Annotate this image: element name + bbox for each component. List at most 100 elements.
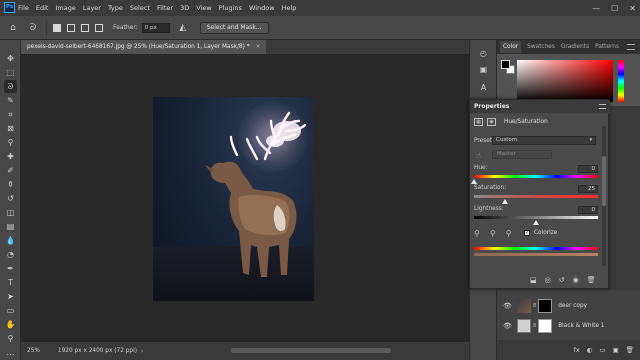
menu-select[interactable]: Select [130,4,150,12]
menu-type[interactable]: Type [108,4,123,12]
link-icon[interactable]: 8 [533,323,536,329]
path-select-tool-icon[interactable]: ➤ [4,290,17,303]
frame-tool-icon[interactable]: ⊠ [4,122,17,135]
type-tool-icon[interactable]: T [4,276,17,289]
layer-row[interactable]: 👁 8 Black & White 1 [497,316,640,336]
tab-patterns[interactable]: Patterns [595,44,619,50]
group-icon[interactable]: ▭ [599,346,605,354]
rectangle-tool-icon[interactable]: ▭ [4,304,17,317]
subtract-selection-icon[interactable] [81,23,89,32]
lightness-slider-thumb[interactable] [533,220,539,225]
character-panel-icon[interactable]: A [477,82,490,94]
menu-image[interactable]: Image [55,4,75,12]
channel-dropdown[interactable]: Master [492,150,552,159]
new-selection-icon[interactable] [53,23,61,32]
zoom-tool-icon[interactable]: ⚲ [4,332,17,345]
menu-help[interactable]: Help [282,4,297,12]
move-tool-icon[interactable]: ✥ [4,52,17,65]
visibility-eye-icon[interactable]: 👁 [503,322,512,330]
reset-icon[interactable]: ↺ [559,276,565,284]
hand-tool-icon[interactable]: ✋ [4,318,17,331]
delete-icon[interactable]: 🗑 [587,276,596,284]
layer-name[interactable]: Black & White 1 [558,323,604,329]
saturation-slider-track[interactable] [474,195,598,198]
layer-name[interactable]: deer copy [558,303,587,309]
document-image[interactable] [153,97,314,301]
more-tools-icon[interactable]: … [4,346,17,359]
hue-value[interactable]: 0 [578,165,598,173]
lightness-slider-track[interactable] [474,216,598,219]
libraries-panel-icon[interactable]: ▣ [477,64,490,76]
brush-tool-icon[interactable]: ✐ [4,164,17,177]
close-tab-icon[interactable]: × [256,44,261,50]
marquee-tool-icon[interactable]: ⬚ [4,66,17,79]
colorize-checkbox[interactable]: ✓ [524,230,530,236]
menu-edit[interactable]: Edit [36,4,49,12]
intersect-selection-icon[interactable] [95,23,103,32]
menu-window[interactable]: Window [249,4,275,12]
tab-color[interactable]: Color [500,41,522,53]
healing-brush-tool-icon[interactable]: ✚ [4,150,17,163]
close-window-icon[interactable]: ✕ [629,4,636,13]
layer-mask-thumbnail[interactable] [538,319,553,333]
quick-select-tool-icon[interactable]: ✎ [4,94,17,107]
crop-tool-icon[interactable]: ⌗ [4,108,17,121]
adjustment-icon[interactable]: ▦ [474,118,483,126]
clip-to-layer-icon[interactable]: ⬓ [530,276,537,284]
menu-layer[interactable]: Layer [83,4,101,12]
anti-alias-icon[interactable]: ◭ [176,21,190,35]
delete-layer-icon[interactable]: 🗑 [626,346,634,354]
eyedropper-icon[interactable]: ⚲ [474,229,480,238]
properties-scrollbar[interactable] [602,126,606,266]
eyedropper-minus-icon[interactable]: ⚲ [506,229,512,238]
pen-tool-icon[interactable]: ✒ [4,262,17,275]
hue-slider-thumb[interactable] [471,179,477,184]
foreground-background-swatches[interactable] [501,60,515,74]
dodge-tool-icon[interactable]: ◔ [4,248,17,261]
horizontal-scrollbar[interactable] [231,348,391,353]
history-brush-tool-icon[interactable]: ↺ [4,192,17,205]
colorize-option[interactable]: ✓ Colorize [524,230,557,236]
fx-icon[interactable]: fx [574,346,580,354]
maximize-icon[interactable]: ☐ [611,4,618,13]
lasso-tool-icon[interactable]: ᘐ [4,80,17,93]
targeted-adjustment-icon[interactable]: ☝ [476,151,481,160]
eraser-tool-icon[interactable]: ◫ [4,206,17,219]
blur-tool-icon[interactable]: 💧 [4,234,17,247]
menu-file[interactable]: File [18,4,29,12]
panel-menu-icon[interactable] [627,44,635,50]
lasso-tool-icon[interactable]: ᘐ [26,21,40,35]
mask-icon[interactable]: ◉ [487,118,496,126]
gradient-tool-icon[interactable]: ▤ [4,220,17,233]
lightness-value[interactable]: 0 [578,206,598,214]
visibility-eye-icon[interactable]: 👁 [503,302,512,310]
tab-swatches[interactable]: Swatches [527,44,555,50]
menu-view[interactable]: View [196,4,211,12]
saturation-value[interactable]: 25 [578,185,598,193]
link-icon[interactable]: 8 [533,303,536,309]
zoom-level[interactable]: 25% [27,348,40,354]
menu-filter[interactable]: Filter [157,4,173,12]
view-previous-icon[interactable]: ◎ [545,276,551,284]
hue-slider-track[interactable] [474,175,598,178]
clone-stamp-tool-icon[interactable]: ⚱ [4,178,17,191]
canvas-area[interactable] [21,54,469,342]
history-panel-icon[interactable]: ◴ [477,48,490,60]
home-icon[interactable]: ⌂ [6,21,20,35]
add-mask-icon[interactable]: ◐ [587,346,593,354]
hue-slider[interactable] [618,60,624,102]
saturation-slider-thumb[interactable] [502,199,508,204]
document-tab[interactable]: pexels-david-selbert-6468167.jpg @ 25% (… [21,40,267,54]
foreground-swatch[interactable] [501,60,510,69]
minimize-icon[interactable]: — [592,4,600,13]
layer-mask-thumbnail[interactable] [538,299,553,313]
properties-header[interactable]: Properties [470,100,610,113]
add-selection-icon[interactable] [67,23,75,32]
new-layer-icon[interactable]: ▣ [613,346,619,354]
menu-3d[interactable]: 3D [180,4,189,12]
scroll-thumb[interactable] [602,156,606,206]
eyedropper-tool-icon[interactable]: ⚲ [4,136,17,149]
eyedropper-plus-icon[interactable]: ⚲ [490,229,496,238]
tab-gradients[interactable]: Gradients [561,44,589,50]
feather-input[interactable]: 0 px [141,22,170,33]
